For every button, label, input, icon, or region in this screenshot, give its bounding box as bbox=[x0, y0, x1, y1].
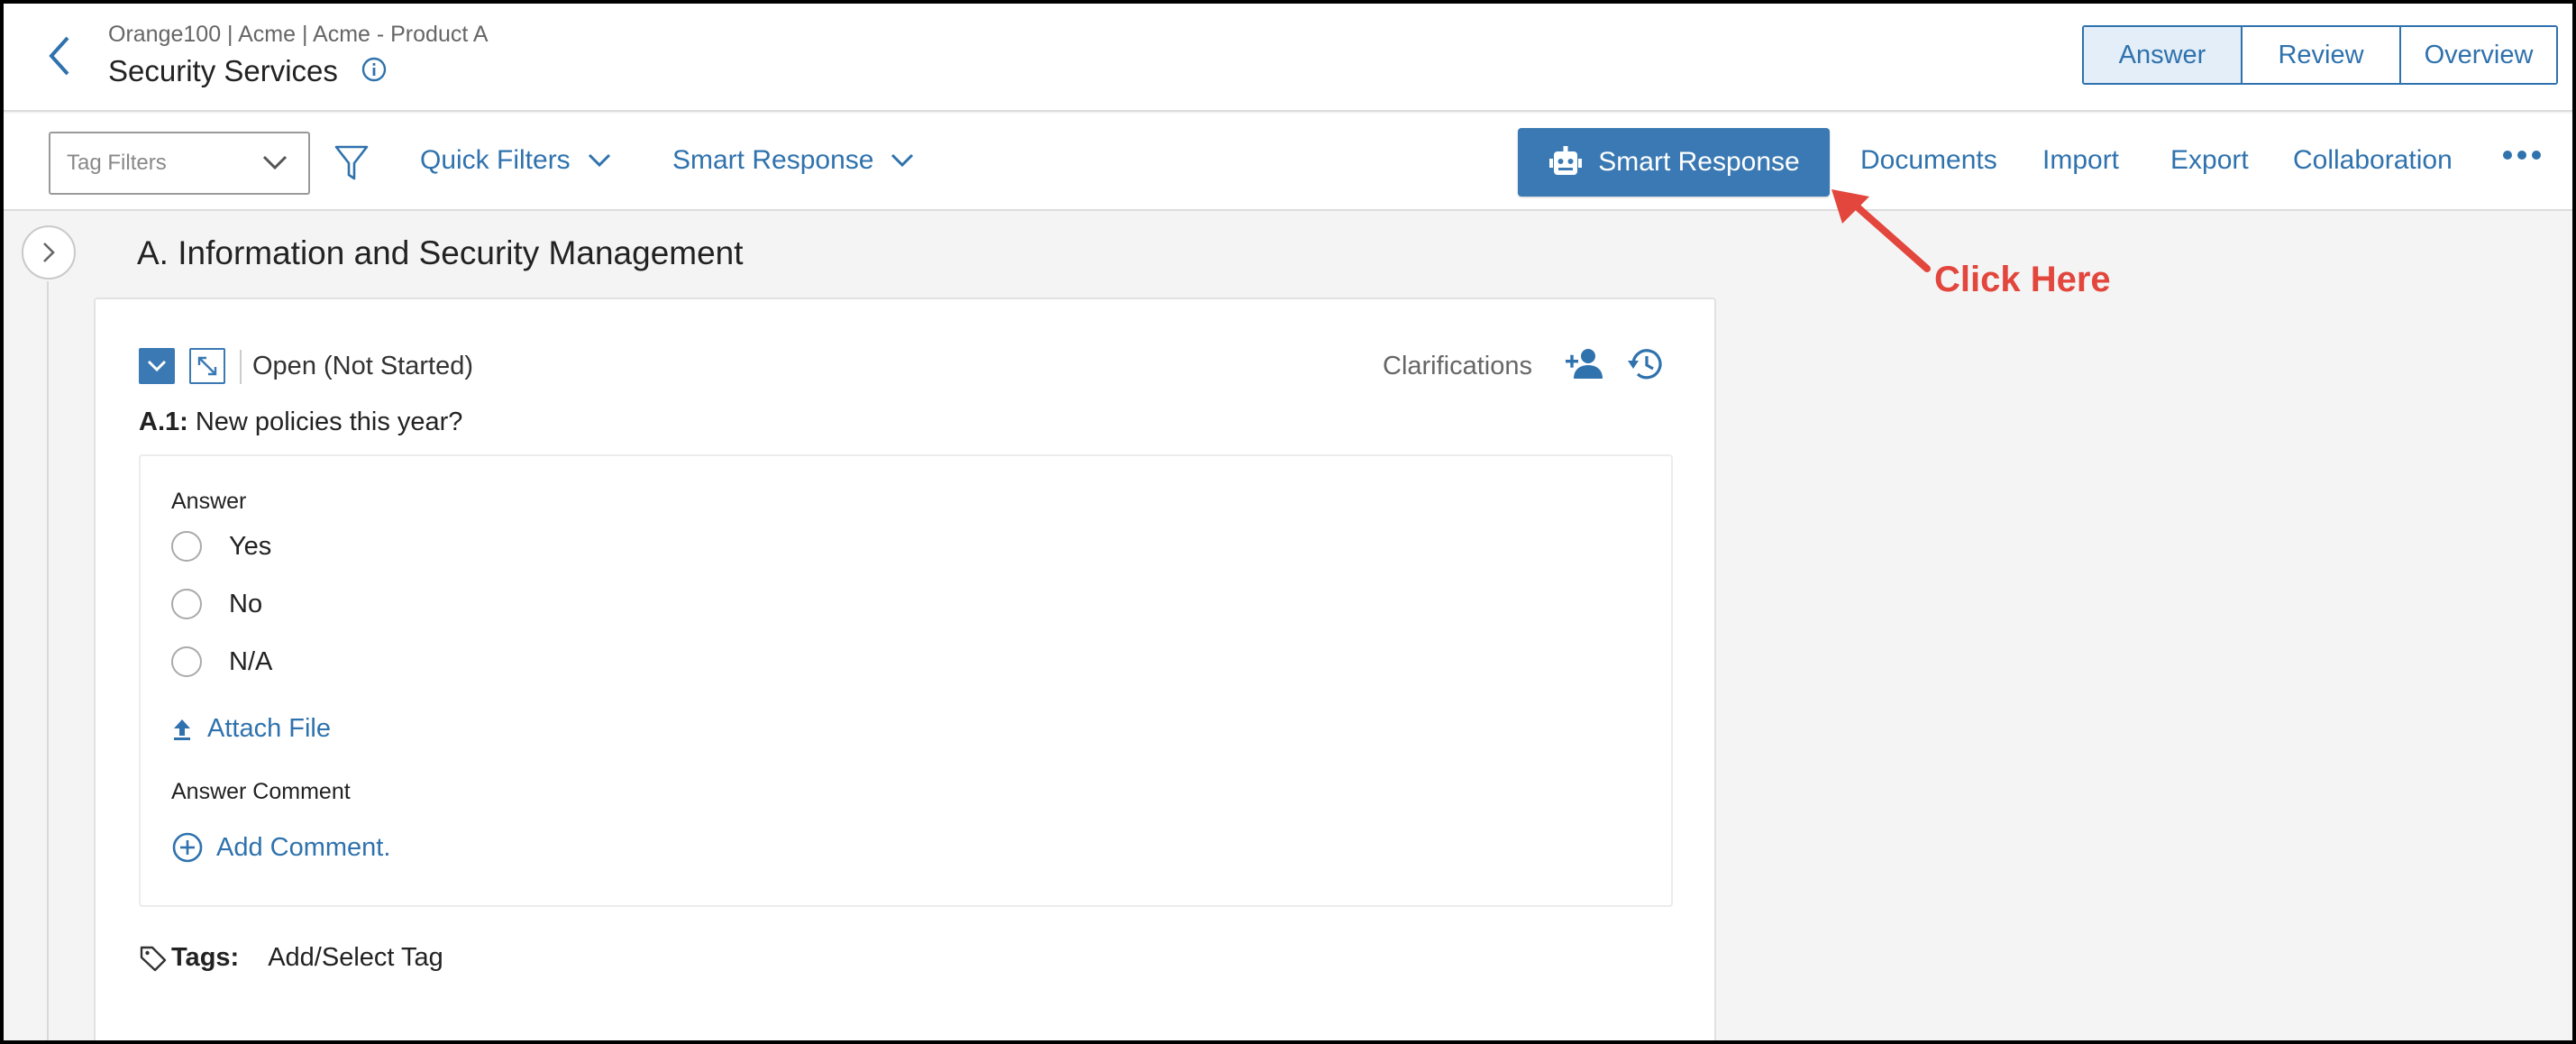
info-icon[interactable] bbox=[361, 56, 388, 83]
add-comment-label: Add Comment. bbox=[216, 832, 391, 862]
chevron-down-icon bbox=[891, 153, 914, 168]
breadcrumb: Orange100 | Acme | Acme - Product A bbox=[108, 22, 489, 47]
chevron-left-icon bbox=[49, 36, 69, 76]
tab-overview[interactable]: Overview bbox=[2399, 27, 2556, 83]
question-text: A.1: New policies this year? bbox=[139, 408, 462, 437]
tags-label: Tags: bbox=[171, 943, 240, 972]
attach-file-label: Attach File bbox=[207, 714, 331, 743]
add-select-tag-link[interactable]: Add/Select Tag bbox=[268, 943, 443, 973]
attach-file-button[interactable]: Attach File bbox=[171, 714, 331, 744]
answer-option-no[interactable]: No bbox=[171, 586, 262, 622]
page-title: Security Services bbox=[108, 54, 338, 87]
smart-response-button[interactable]: Smart Response bbox=[1518, 128, 1830, 197]
smart-response-dropdown-label: Smart Response bbox=[672, 145, 874, 175]
option-label: Yes bbox=[229, 531, 272, 561]
tags-row: Tags: Add/Select Tag bbox=[139, 943, 443, 973]
chevron-right-icon bbox=[43, 243, 55, 262]
answer-option-yes[interactable]: Yes bbox=[171, 528, 271, 564]
expand-question-button[interactable] bbox=[189, 348, 225, 384]
annotation-arrow-icon bbox=[1832, 189, 1931, 272]
question-card: Open (Not Started) Clarifications A.1: N… bbox=[94, 298, 1716, 1040]
smart-response-dropdown[interactable]: Smart Response bbox=[672, 141, 915, 180]
expand-icon bbox=[197, 356, 217, 376]
app-window: Orange100 | Acme | Acme - Product A Secu… bbox=[0, 0, 2576, 1044]
add-comment-button[interactable]: Add Comment. bbox=[171, 831, 390, 864]
sidebar-divider bbox=[47, 281, 49, 1040]
question-body: New policies this year? bbox=[195, 408, 463, 436]
smart-response-button-label: Smart Response bbox=[1598, 147, 1800, 177]
question-status: Open (Not Started) bbox=[252, 352, 473, 380]
history-icon[interactable] bbox=[1626, 344, 1666, 384]
add-user-icon[interactable] bbox=[1565, 346, 1606, 380]
collapse-question-button[interactable] bbox=[139, 348, 175, 384]
export-link[interactable]: Export bbox=[2170, 141, 2249, 180]
answer-option-na[interactable]: N/A bbox=[171, 644, 272, 680]
section-title: A. Information and Security Management bbox=[137, 234, 744, 271]
import-link[interactable]: Import bbox=[2042, 141, 2119, 180]
plus-circle-icon bbox=[172, 832, 203, 863]
toolbar: Tag Filters Quick Filters Smart Response bbox=[4, 114, 2572, 211]
quick-filters-label: Quick Filters bbox=[420, 145, 571, 175]
radio-button[interactable] bbox=[171, 646, 202, 677]
radio-button[interactable] bbox=[171, 589, 202, 619]
divider bbox=[240, 350, 242, 384]
sidebar-toggle-button[interactable] bbox=[22, 225, 76, 279]
back-button[interactable] bbox=[40, 31, 79, 81]
quick-filters-dropdown[interactable]: Quick Filters bbox=[420, 141, 612, 180]
answer-panel: Answer Yes No N/A Attach File Answer Com… bbox=[139, 454, 1673, 907]
chevron-down-icon bbox=[147, 360, 167, 372]
chevron-down-icon bbox=[588, 153, 610, 168]
page-header: Orange100 | Acme | Acme - Product A Secu… bbox=[4, 4, 2572, 112]
annotation-text: Click Here bbox=[1934, 260, 2111, 299]
clarifications-link[interactable]: Clarifications bbox=[1383, 352, 1532, 381]
tab-answer[interactable]: Answer bbox=[2084, 27, 2241, 83]
more-options-icon[interactable] bbox=[2502, 150, 2542, 160]
filter-icon[interactable] bbox=[333, 144, 370, 182]
tag-filter-select[interactable]: Tag Filters bbox=[49, 132, 310, 195]
upload-icon bbox=[174, 719, 190, 740]
tag-icon bbox=[140, 946, 167, 971]
tab-review[interactable]: Review bbox=[2241, 27, 2399, 83]
answer-label: Answer bbox=[171, 489, 247, 514]
documents-link[interactable]: Documents bbox=[1860, 141, 1997, 180]
collaboration-link[interactable]: Collaboration bbox=[2293, 141, 2453, 180]
tag-filter-placeholder: Tag Filters bbox=[67, 151, 167, 175]
answer-comment-label: Answer Comment bbox=[171, 779, 351, 804]
chevron-down-icon bbox=[262, 155, 288, 170]
radio-button[interactable] bbox=[171, 531, 202, 562]
robot-icon bbox=[1549, 146, 1583, 175]
question-id: A.1: bbox=[139, 408, 188, 436]
option-label: No bbox=[229, 589, 263, 618]
option-label: N/A bbox=[229, 646, 273, 676]
view-switch: Answer Review Overview bbox=[2082, 25, 2558, 85]
